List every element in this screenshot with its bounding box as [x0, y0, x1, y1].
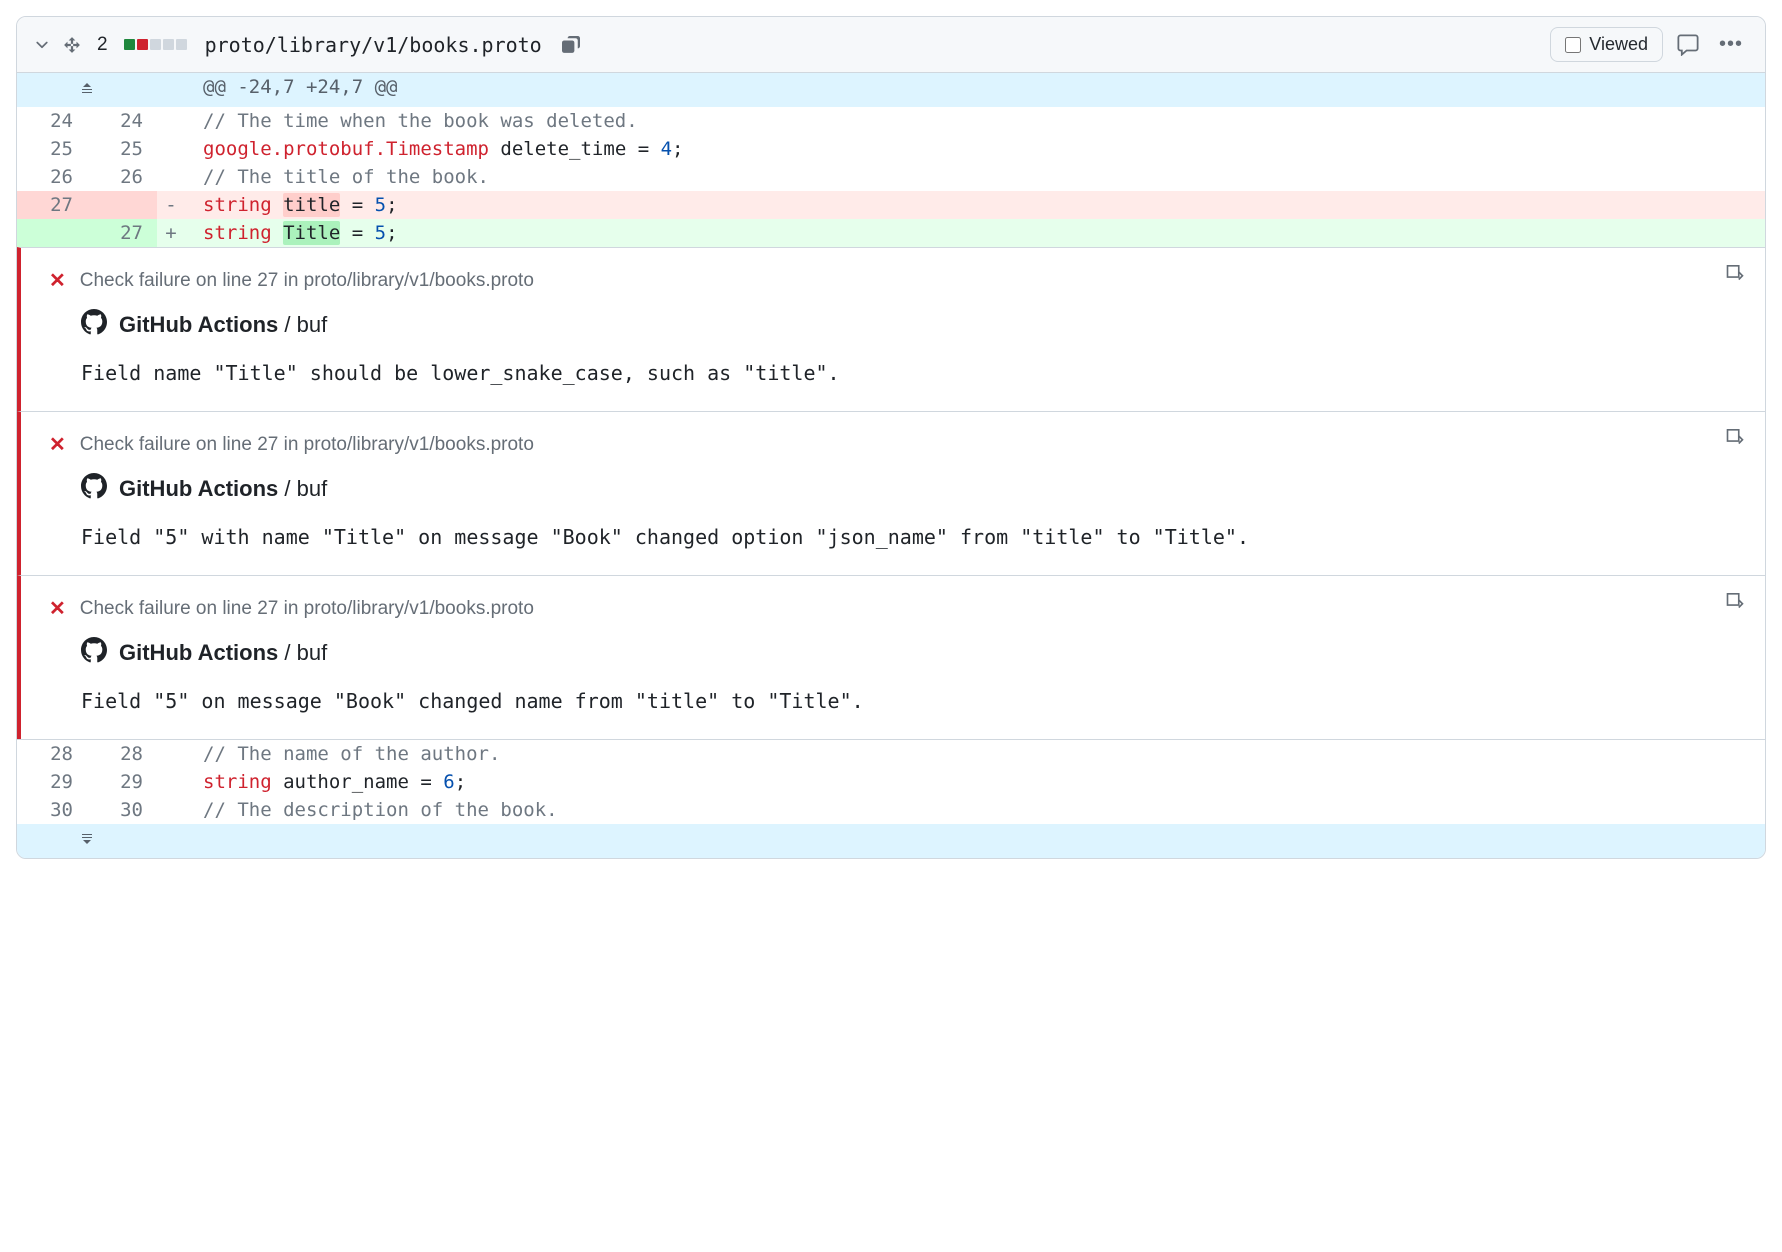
- diffstat-add-square: [124, 39, 135, 50]
- expand-all-icon[interactable]: [63, 36, 81, 54]
- line-number-old[interactable]: 26: [17, 163, 87, 191]
- diff-line: 2929 string author_name = 6;: [17, 768, 1765, 796]
- diff-marker: [157, 796, 185, 824]
- github-logo-icon: [81, 473, 107, 505]
- file-header: 2 proto/library/v1/books.proto Viewed ••…: [17, 17, 1765, 73]
- annotation-source[interactable]: GitHub Actions / buf: [119, 640, 327, 666]
- line-number-new[interactable]: 26: [87, 163, 157, 191]
- expand-up-button[interactable]: [17, 73, 157, 107]
- diff-marker: [157, 135, 185, 163]
- code-cell[interactable]: string title = 5;: [185, 191, 1765, 219]
- line-number-new[interactable]: 28: [87, 740, 157, 769]
- diff-line: 27+string Title = 5;: [17, 219, 1765, 247]
- check-annotation: ✕ Check failure on line 27 in proto/libra…: [17, 247, 1765, 411]
- viewed-checkbox[interactable]: [1565, 37, 1581, 53]
- code-cell[interactable]: string Title = 5;: [185, 219, 1765, 247]
- expand-down-row: [17, 824, 1765, 858]
- hunk-header-row: @@ -24,7 +24,7 @@: [17, 73, 1765, 107]
- failure-x-icon: ✕: [49, 432, 66, 457]
- diff-marker: +: [157, 219, 185, 247]
- diffstat-neutral-square: [163, 39, 174, 50]
- viewed-toggle[interactable]: Viewed: [1550, 27, 1663, 62]
- diff-marker: [157, 163, 185, 191]
- line-number-old[interactable]: 29: [17, 768, 87, 796]
- line-number-old[interactable]: 24: [17, 107, 87, 135]
- line-number-old[interactable]: 27: [17, 191, 87, 219]
- line-number-old[interactable]: [17, 219, 87, 247]
- line-number-new[interactable]: 24: [87, 107, 157, 135]
- line-number-old[interactable]: 25: [17, 135, 87, 163]
- check-annotation: ✕ Check failure on line 27 in proto/libra…: [17, 575, 1765, 739]
- diff-line: 3030 // The description of the book.: [17, 796, 1765, 824]
- annotation-action-icon[interactable]: [1725, 426, 1745, 452]
- change-count: 2: [93, 34, 112, 56]
- annotation-action-icon[interactable]: [1725, 262, 1745, 288]
- collapse-toggle-icon[interactable]: [33, 36, 51, 54]
- diff-line: 2828 // The name of the author.: [17, 740, 1765, 769]
- diff-line: 2424 // The time when the book was delete…: [17, 107, 1765, 135]
- viewed-label: Viewed: [1589, 34, 1648, 55]
- annotation-source[interactable]: GitHub Actions / buf: [119, 476, 327, 502]
- annotation-message: Field "5" with name "Title" on message "…: [81, 525, 1737, 549]
- file-diff-container: 2 proto/library/v1/books.proto Viewed ••…: [16, 16, 1766, 859]
- failure-x-icon: ✕: [49, 268, 66, 293]
- diffstat-neutral-square: [176, 39, 187, 50]
- diff-line: 27 -string title = 5;: [17, 191, 1765, 219]
- file-path[interactable]: proto/library/v1/books.proto: [205, 33, 542, 57]
- diff-line: 2626 // The title of the book.: [17, 163, 1765, 191]
- line-number-new[interactable]: 29: [87, 768, 157, 796]
- line-number-new[interactable]: 30: [87, 796, 157, 824]
- code-cell[interactable]: google.protobuf.Timestamp delete_time = …: [185, 135, 1765, 163]
- diff-marker: -: [157, 191, 185, 219]
- diff-marker: [157, 740, 185, 769]
- code-cell[interactable]: // The time when the book was deleted.: [185, 107, 1765, 135]
- diff-line: 2525 google.protobuf.Timestamp delete_tim…: [17, 135, 1765, 163]
- annotation-header: Check failure on line 27 in proto/librar…: [80, 270, 534, 292]
- hunk-header-text: @@ -24,7 +24,7 @@: [185, 73, 1765, 107]
- code-cell[interactable]: // The title of the book.: [185, 163, 1765, 191]
- check-annotation: ✕ Check failure on line 27 in proto/libra…: [17, 411, 1765, 575]
- diffstat-del-square: [137, 39, 148, 50]
- diffstat: [124, 39, 187, 50]
- comment-icon[interactable]: [1677, 34, 1699, 56]
- diff-table-after: 2828 // The name of the author. 2929 string…: [17, 739, 1765, 858]
- annotation-source[interactable]: GitHub Actions / buf: [119, 312, 327, 338]
- line-number-new[interactable]: 25: [87, 135, 157, 163]
- copy-path-icon[interactable]: [562, 36, 580, 54]
- github-logo-icon: [81, 309, 107, 341]
- diff-marker: [157, 107, 185, 135]
- annotation-header: Check failure on line 27 in proto/librar…: [80, 434, 534, 456]
- diff-marker: [157, 768, 185, 796]
- annotation-message: Field name "Title" should be lower_snake…: [81, 361, 1737, 385]
- line-number-old[interactable]: 30: [17, 796, 87, 824]
- failure-x-icon: ✕: [49, 596, 66, 621]
- annotation-message: Field "5" on message "Book" changed name…: [81, 689, 1737, 713]
- code-cell[interactable]: // The description of the book.: [185, 796, 1765, 824]
- diffstat-neutral-square: [150, 39, 161, 50]
- line-number-new[interactable]: 27: [87, 219, 157, 247]
- code-cell[interactable]: // The name of the author.: [185, 740, 1765, 769]
- github-logo-icon: [81, 637, 107, 669]
- code-cell[interactable]: string author_name = 6;: [185, 768, 1765, 796]
- file-menu-kebab[interactable]: •••: [1713, 33, 1749, 56]
- line-number-old[interactable]: 28: [17, 740, 87, 769]
- annotation-header: Check failure on line 27 in proto/librar…: [80, 598, 534, 620]
- diff-table: @@ -24,7 +24,7 @@ 2424 // The time when t…: [17, 73, 1765, 247]
- annotation-action-icon[interactable]: [1725, 590, 1745, 616]
- line-number-new[interactable]: [87, 191, 157, 219]
- expand-down-button[interactable]: [17, 824, 157, 858]
